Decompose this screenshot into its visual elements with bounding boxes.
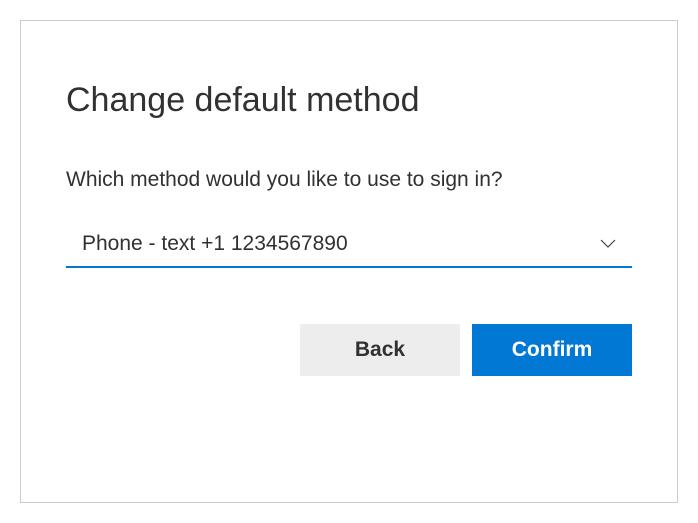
- button-row: Back Confirm: [66, 324, 632, 376]
- chevron-down-icon: [600, 236, 616, 252]
- change-default-method-dialog: Change default method Which method would…: [20, 20, 678, 503]
- dropdown-selected-value: Phone - text +1 1234567890: [82, 232, 348, 256]
- confirm-button[interactable]: Confirm: [472, 324, 632, 376]
- dialog-prompt: Which method would you like to use to si…: [66, 168, 632, 192]
- method-dropdown[interactable]: Phone - text +1 1234567890: [66, 224, 632, 268]
- back-button[interactable]: Back: [300, 324, 460, 376]
- dialog-title: Change default method: [66, 81, 632, 120]
